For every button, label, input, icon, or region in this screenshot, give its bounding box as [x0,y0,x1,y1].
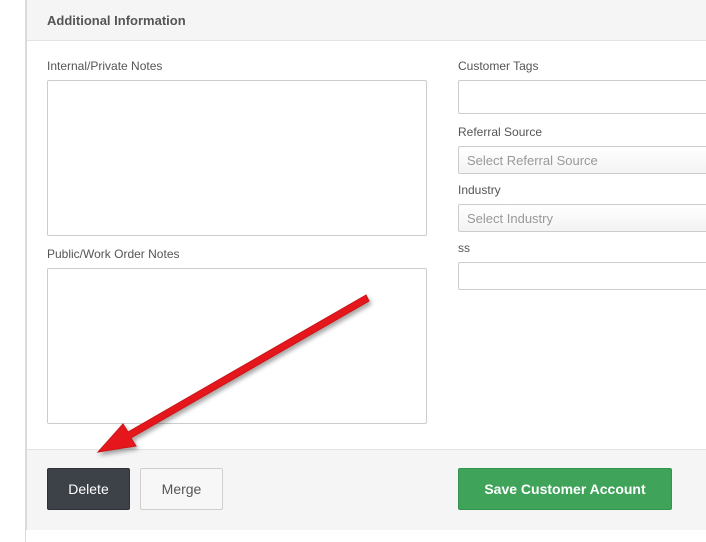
customer-tags-label: Customer Tags [458,59,539,73]
internal-notes-label: Internal/Private Notes [47,59,163,73]
public-notes-label: Public/Work Order Notes [47,247,180,261]
merge-button[interactable]: Merge [140,468,223,510]
industry-label: Industry [458,183,501,197]
internal-notes-textarea[interactable] [47,80,427,236]
referral-source-label: Referral Source [458,125,543,139]
customer-tags-input[interactable] [458,80,706,114]
customer-account-page: Additional Information Internal/Private … [0,0,706,542]
ss-input[interactable] [458,262,706,290]
save-customer-account-button[interactable]: Save Customer Account [458,468,672,510]
referral-source-select[interactable]: Select Referral Source [458,146,706,174]
section-title: Additional Information [47,13,186,28]
left-gutter [0,0,26,542]
form-footer: Delete Merge Save Customer Account [27,449,706,530]
panel-header: Additional Information [27,0,706,41]
additional-information-panel: Additional Information Internal/Private … [26,0,706,530]
delete-button[interactable]: Delete [47,468,130,510]
public-notes-textarea[interactable] [47,268,427,424]
ss-label: ss [458,241,470,255]
industry-select[interactable]: Select Industry [458,204,706,232]
